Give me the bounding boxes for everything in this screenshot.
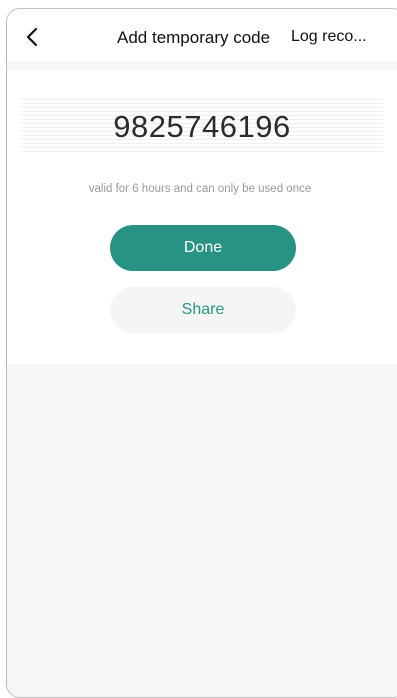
app-screen: Add temporary code Log reco... 982574619…	[6, 8, 397, 698]
validity-hint: valid for 6 hours and can only be used o…	[88, 183, 312, 195]
log-records-link[interactable]: Log reco...	[291, 28, 367, 46]
temporary-code-card: 9825746196 valid for 6 hours and can onl…	[7, 71, 397, 364]
code-display: 9825746196	[21, 99, 383, 155]
temporary-code: 9825746196	[113, 109, 291, 144]
share-button[interactable]: Share	[110, 287, 296, 333]
page-title: Add temporary code	[117, 28, 271, 47]
navigation-bar: Add temporary code Log reco...	[7, 9, 397, 61]
back-button[interactable]	[21, 25, 45, 49]
done-button[interactable]: Done	[110, 225, 296, 271]
chevron-left-icon	[26, 27, 38, 47]
